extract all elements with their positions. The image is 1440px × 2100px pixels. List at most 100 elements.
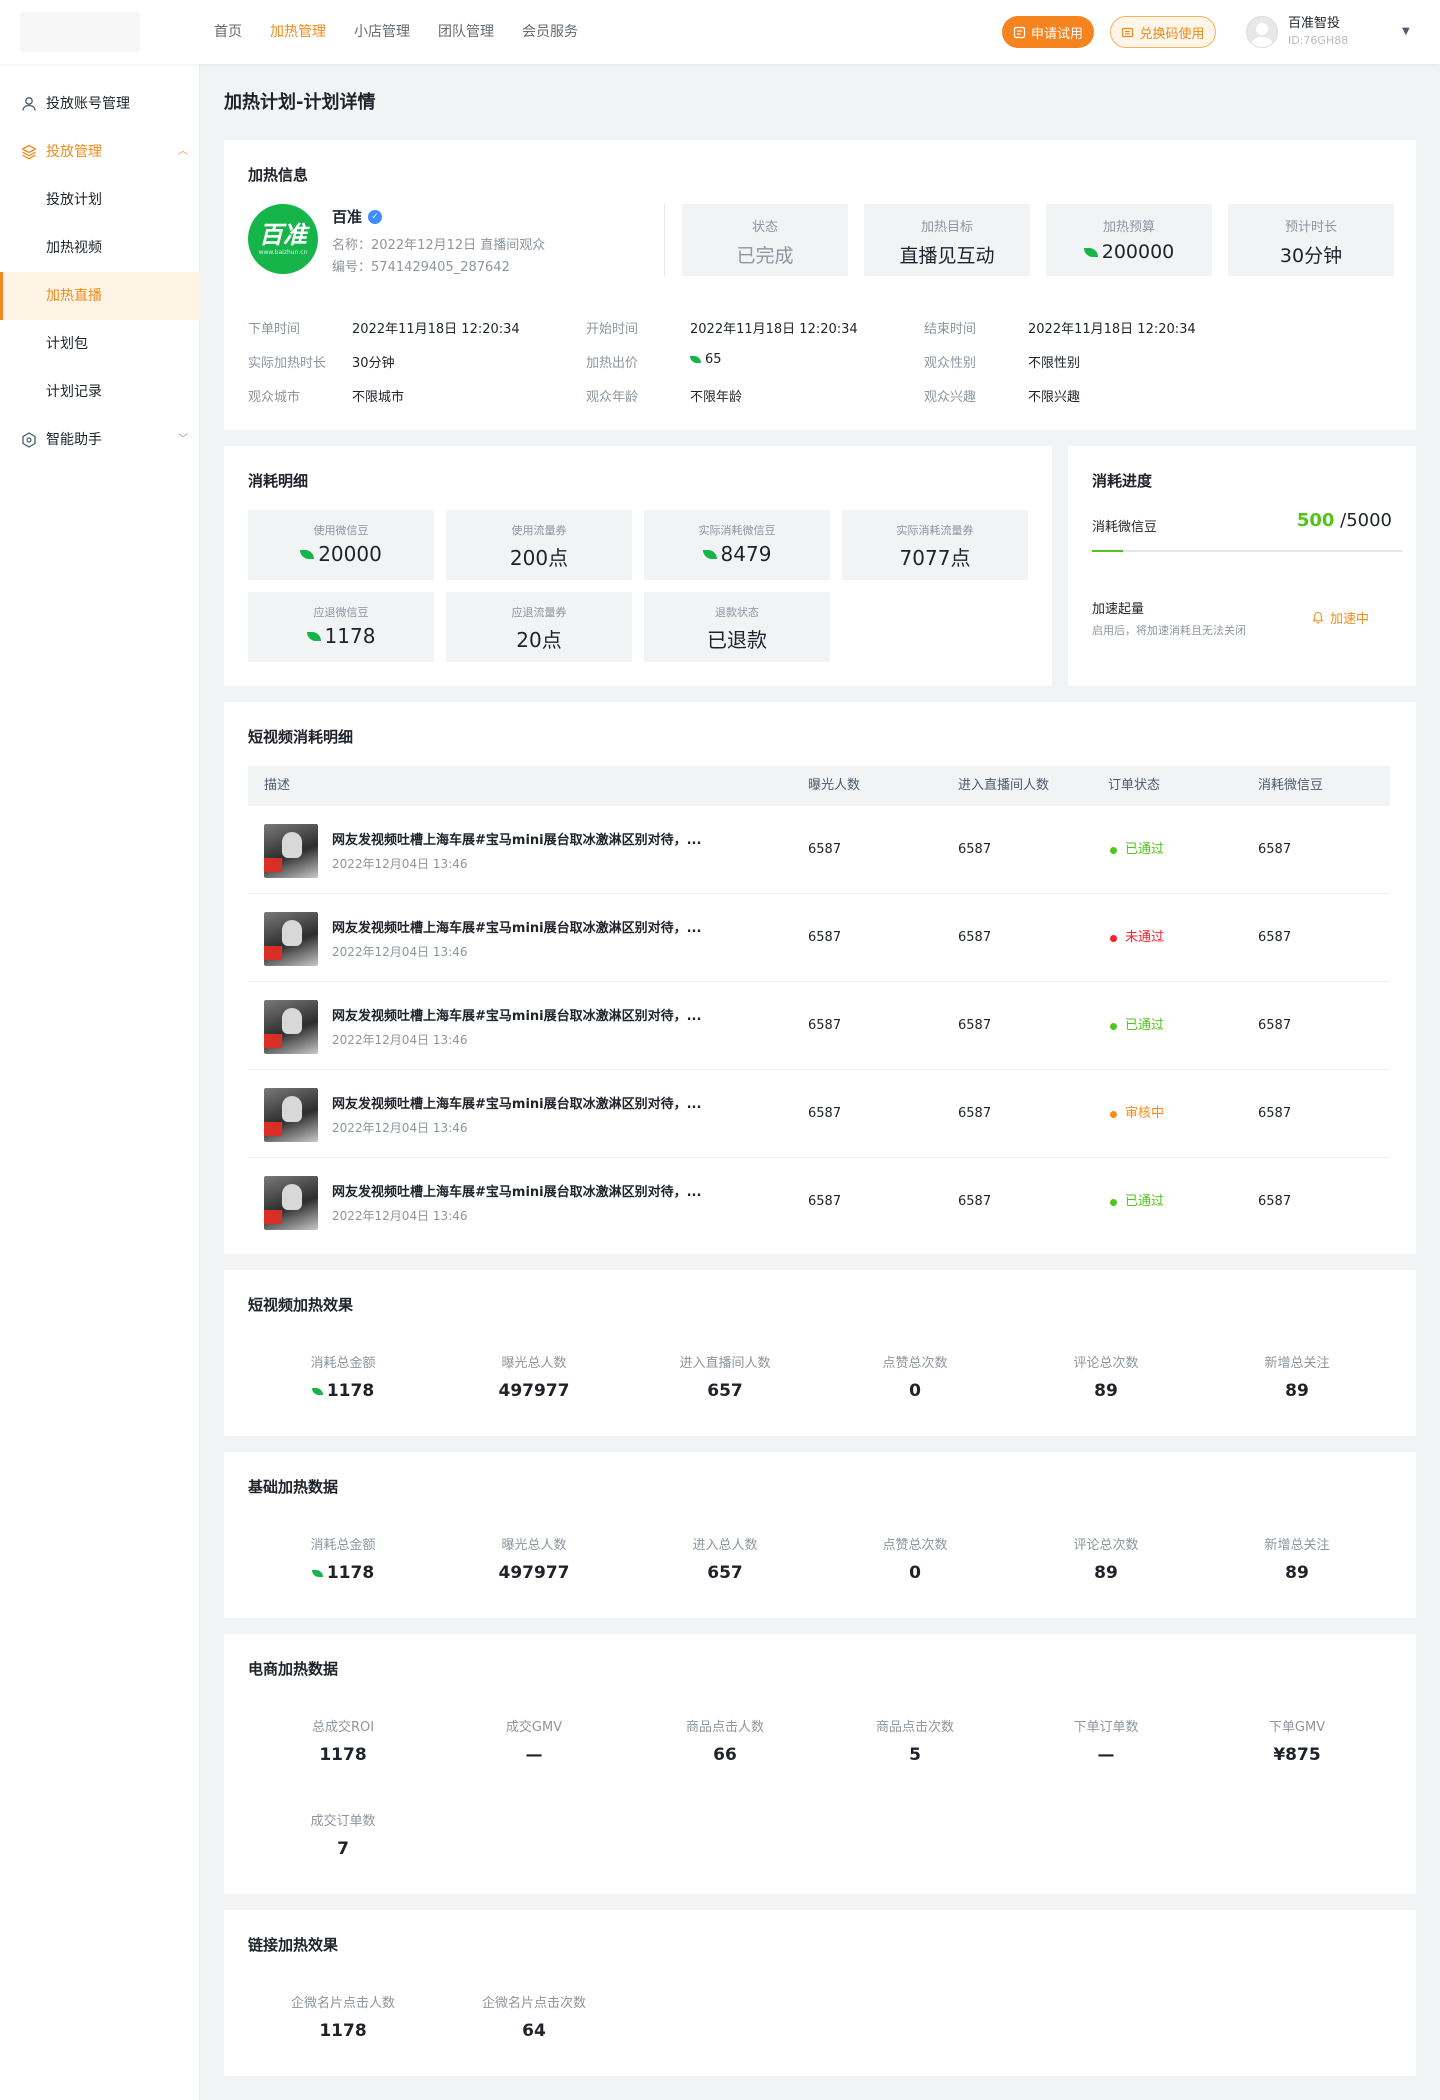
metric-value: 200点 xyxy=(509,546,569,570)
stat-gmv: 成交GMV — xyxy=(439,1716,629,1765)
table-row[interactable]: 网友发视频吐槽上海车展#宝马mini展台取冰激淋区别对待，... 2022年12… xyxy=(248,982,1390,1070)
bid-value: 65 xyxy=(705,352,722,367)
account-logo-text: 百准 xyxy=(259,221,307,249)
chevron-down-icon[interactable]: ▼ xyxy=(1402,26,1410,37)
stat-budget-label: 加热预算 xyxy=(1102,220,1155,235)
sidebar: 投放账号管理 投放管理 ︿ 投放计划 加热视频 加热直播 计划包 计划记录 智能… xyxy=(0,64,200,2100)
end-time-label: 结束时间 xyxy=(924,322,977,337)
stat-likes: 点赞总次数 0 xyxy=(820,1534,1010,1583)
stat-status: 状态 已完成 xyxy=(682,204,848,276)
video-effect-card: 短视频加热效果 消耗总金额 1178 曝光总人数 497977 进入直播间人数 657… xyxy=(224,1270,1416,1436)
wechat-bean-icon xyxy=(1083,247,1098,257)
status-dot xyxy=(1110,934,1117,942)
nav-team-mgmt[interactable]: 团队管理 xyxy=(438,0,494,64)
cube-icon xyxy=(22,432,36,448)
video-thumbnail xyxy=(264,1000,318,1054)
status-text: 已通过 xyxy=(1125,1194,1165,1209)
stat-comments: 评论总次数 89 xyxy=(1011,1352,1201,1401)
beans-consumed: 6587 xyxy=(1258,842,1292,857)
table-row[interactable]: 网友发视频吐槽上海车展#宝马mini展台取冰激淋区别对待，... 2022年12… xyxy=(248,1158,1390,1246)
metric-actual-beans: 实际消耗微信豆 8479 xyxy=(644,510,830,580)
sidebar-item-plan-record[interactable]: 计划记录 xyxy=(0,368,200,416)
video-title: 网友发视频吐槽上海车展#宝马mini展台取冰激淋区别对待，... xyxy=(332,1185,702,1200)
nav-member-service[interactable]: 会员服务 xyxy=(522,0,578,64)
metric-refund-status: 退款状态 已退款 xyxy=(644,592,830,662)
status-dot xyxy=(1110,1022,1117,1030)
sidebar-item-heat-video[interactable]: 加热视频 xyxy=(0,224,200,272)
stat-value: ¥875 xyxy=(1273,1745,1321,1765)
nav-home[interactable]: 首页 xyxy=(214,0,242,64)
metric-label: 使用微信豆 xyxy=(313,524,369,537)
chevron-up-icon: ︿ xyxy=(178,146,188,157)
start-time-label: 开始时间 xyxy=(586,322,639,337)
stat-goal-label: 加热目标 xyxy=(920,220,973,235)
stat-total-exposure: 曝光总人数 497977 xyxy=(439,1534,629,1583)
table-row[interactable]: 网友发视频吐槽上海车展#宝马mini展台取冰激淋区别对待，... 2022年12… xyxy=(248,894,1390,982)
progress-bar xyxy=(1092,550,1402,552)
sidebar-item-account-mgmt[interactable]: 投放账号管理 xyxy=(0,80,200,128)
exposure-count: 6587 xyxy=(808,1018,842,1033)
column-header: 进入直播间人数 xyxy=(958,778,1050,793)
apply-trial-label: 申请试用 xyxy=(1030,26,1083,42)
sidebar-item-plan-pack[interactable]: 计划包 xyxy=(0,320,200,368)
stat-label: 进入总人数 xyxy=(692,1538,758,1553)
metric-value: 20点 xyxy=(516,628,562,652)
redeem-code-button[interactable]: 兑换码使用 xyxy=(1110,16,1216,48)
video-consume-card: 短视频消耗明细 描述 曝光人数 进入直播间人数 订单状态 消耗微信豆 网友发视频… xyxy=(224,702,1416,1254)
stat-duration: 预计时长 30分钟 xyxy=(1228,204,1394,276)
stat-new-follows: 新增总关注 89 xyxy=(1202,1534,1392,1583)
progress-total: /5000 xyxy=(1340,510,1392,531)
stat-label: 下单订单数 xyxy=(1073,1720,1139,1735)
wechat-bean-icon xyxy=(702,549,717,559)
sidebar-item-heat-live[interactable]: 加热直播 xyxy=(0,272,200,320)
start-time-value: 2022年11月18日 12:20:34 xyxy=(690,322,858,337)
apply-trial-button[interactable]: 申请试用 xyxy=(1002,16,1094,48)
plan-id-line: 编号：5741429405_287642 xyxy=(332,260,510,275)
status-text: 已通过 xyxy=(1125,1018,1165,1033)
table-header: 描述 曝光人数 进入直播间人数 订单状态 消耗微信豆 xyxy=(248,766,1390,806)
gender-label: 观众性别 xyxy=(924,356,977,371)
stat-value: 64 xyxy=(522,2021,546,2041)
sidebar-item-assistant[interactable]: 智能助手 ﹀ xyxy=(0,416,200,464)
app-logo[interactable] xyxy=(20,12,140,52)
user-id: ID:76GH88 xyxy=(1288,34,1349,47)
stat-value: 89 xyxy=(1285,1563,1309,1583)
bid-label: 加热出价 xyxy=(586,356,639,371)
stat-order-gmv: 下单GMV ¥875 xyxy=(1202,1716,1392,1765)
stat-label: 点赞总次数 xyxy=(882,1538,948,1553)
consume-progress-card: 消耗进度 消耗微信豆 500 /5000 加速起量 启用后，将加速消耗且无法关闭… xyxy=(1068,446,1416,686)
basic-data-title: 基础加热数据 xyxy=(248,1478,339,1496)
column-header: 曝光人数 xyxy=(808,778,861,793)
user-icon xyxy=(22,97,36,111)
link-effect-card: 链接加热效果 企微名片点击人数 1178 企微名片点击次数 64 xyxy=(224,1910,1416,2076)
column-header: 描述 xyxy=(264,778,291,793)
video-title: 网友发视频吐槽上海车展#宝马mini展台取冰激淋区别对待，... xyxy=(332,833,702,848)
user-menu[interactable]: 百准智投 ID:76GH88 xyxy=(1246,14,1348,50)
order-time-label: 下单时间 xyxy=(248,322,301,337)
enter-count: 6587 xyxy=(958,1106,992,1121)
progress-fill xyxy=(1092,550,1123,552)
nav-heat-mgmt[interactable]: 加热管理 xyxy=(270,0,326,64)
stat-value: 5 xyxy=(909,1745,921,1765)
layers-icon xyxy=(21,144,37,160)
video-thumbnail xyxy=(264,824,318,878)
nav-shop-mgmt[interactable]: 小店管理 xyxy=(354,0,410,64)
accel-title: 加速起量 xyxy=(1092,602,1145,617)
sidebar-item-plan[interactable]: 投放计划 xyxy=(0,176,200,224)
beans-consumed: 6587 xyxy=(1258,930,1292,945)
sidebar-label-plan: 投放计划 xyxy=(46,192,102,208)
beans-consumed: 6587 xyxy=(1258,1194,1292,1209)
beans-consumed: 6587 xyxy=(1258,1018,1292,1033)
metric-label: 应退流量券 xyxy=(511,606,567,619)
video-title: 网友发视频吐槽上海车展#宝马mini展台取冰激淋区别对待，... xyxy=(332,921,702,936)
consume-detail-card: 消耗明细 使用微信豆 20000 使用流量券 200点 实际消耗微信豆 8479… xyxy=(224,446,1052,686)
stat-value: 1178 xyxy=(326,1563,375,1583)
status-text: 审核中 xyxy=(1125,1106,1165,1121)
order-status: 已通过 xyxy=(1110,1158,1164,1246)
sidebar-item-delivery-mgmt[interactable]: 投放管理 ︿ xyxy=(0,128,200,176)
metric-label: 使用流量券 xyxy=(511,524,567,537)
stat-total-spend: 消耗总金额 1178 xyxy=(248,1534,438,1583)
accel-button[interactable]: 加速中 xyxy=(1312,608,1369,627)
table-row[interactable]: 网友发视频吐槽上海车展#宝马mini展台取冰激淋区别对待，... 2022年12… xyxy=(248,806,1390,894)
table-row[interactable]: 网友发视频吐槽上海车展#宝马mini展台取冰激淋区别对待，... 2022年12… xyxy=(248,1070,1390,1158)
